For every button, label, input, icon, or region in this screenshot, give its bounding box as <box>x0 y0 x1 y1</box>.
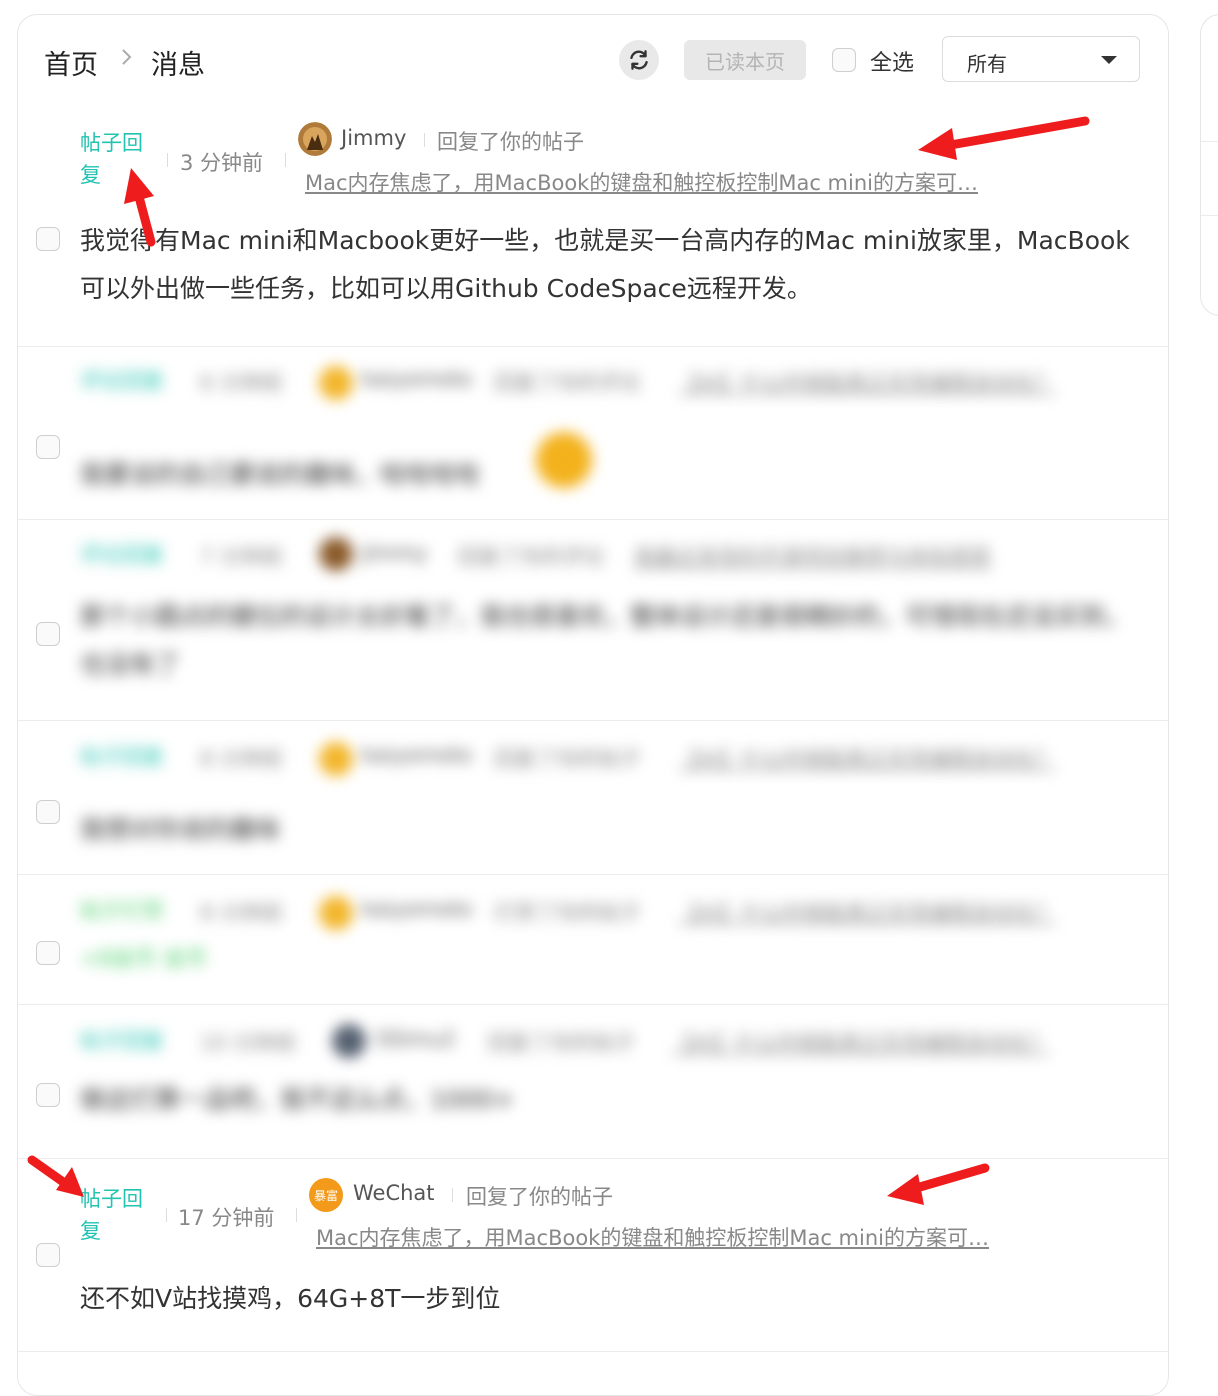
message-action: 回复了你的帖子 <box>437 130 584 154</box>
user-avatar <box>319 896 353 930</box>
divider <box>1201 215 1218 216</box>
user-name[interactable]: Jimmy <box>341 126 406 150</box>
divider <box>167 153 168 167</box>
user-name[interactable]: WeChat <box>353 1181 435 1205</box>
message-checkbox[interactable] <box>36 941 60 965</box>
message-time: 8 分钟前 <box>200 901 284 925</box>
message-action: 回复了你的评论 <box>494 371 641 395</box>
user-avatar <box>332 1024 366 1058</box>
message-checkbox[interactable] <box>36 435 60 459</box>
chevron-right-icon <box>122 49 132 65</box>
breadcrumb-home[interactable]: 首页 <box>44 43 98 82</box>
message-time: 17 分钟前 <box>178 1206 275 1230</box>
mark-page-read-button[interactable]: 已读本页 <box>684 40 806 80</box>
emoji-icon <box>536 432 592 488</box>
caret-down-icon <box>1101 56 1117 64</box>
filter-select[interactable]: 所有 <box>942 36 1140 82</box>
select-all-checkbox[interactable] <box>832 48 856 72</box>
message-content: 我要谈的自己要说的趣味，哈哈哈哈 <box>80 460 481 489</box>
user-avatar <box>319 742 353 776</box>
refresh-icon <box>630 50 648 70</box>
messages-panel: 首页 消息 已读本页 全选 所有 帖子回复 3 分钟前 Jimmy 回复了你的帖… <box>17 14 1169 1396</box>
message-type: 帖子回复 <box>80 1187 143 1243</box>
filter-selected-value: 所有 <box>967 52 1007 76</box>
post-title-link: 【AI】什么时候能真正实现编程自动化？ <box>678 371 1056 395</box>
message-item: 帖子回复 17 分钟前 暴富 WeChat 回复了你的帖子 Mac内存焦虑了，用… <box>18 1158 1168 1352</box>
message-type: 评论回复 <box>80 369 164 393</box>
message-content: 做这打算一品吧，我不这么点，1000+ <box>80 1085 515 1114</box>
message-time: 10 分钟前 <box>200 1031 297 1055</box>
message-action: 回复了你的帖子 <box>466 1185 613 1209</box>
message-content: 还不如V站找摸鸡，64G+8T一步到位 <box>80 1284 501 1313</box>
user-avatar <box>319 537 353 571</box>
user-avatar[interactable]: 暴富 <box>309 1178 343 1212</box>
divider <box>424 133 425 147</box>
post-title-link[interactable]: Mac内存焦虑了，用MacBook的键盘和触控板控制Mac mini的方案可… <box>305 167 978 197</box>
message-checkbox[interactable] <box>36 800 60 824</box>
message-checkbox[interactable] <box>36 1243 60 1267</box>
post-title-link: 【AI】什么时候能真正实现编程自动化？ <box>672 1031 1050 1055</box>
divider <box>452 1188 453 1202</box>
message-checkbox[interactable] <box>36 227 60 251</box>
select-all-label: 全选 <box>870 51 915 76</box>
message-content: 我想对你说的趣味 <box>80 815 281 844</box>
side-panel <box>1200 14 1218 316</box>
message-item: 帖子打赏 8 分钟前 kaiyomoto 打赏了你的帖子 【AI】什么时候能真正… <box>18 874 1168 1005</box>
post-title-link: 【AI】什么时候能真正实现编程自动化？ <box>678 747 1056 771</box>
message-type: 帖子打赏 <box>80 899 164 923</box>
user-name: kaiyomoto <box>362 367 473 391</box>
message-item: 评论回复 6 分钟前 kaiyomoto 回复了你的评论 【AI】什么时候能真正… <box>18 346 1168 520</box>
message-action: 回复了你的帖子 <box>494 747 641 771</box>
message-content: +8金币 金币 <box>80 947 208 972</box>
message-action: 回复了你的评论 <box>458 545 605 569</box>
message-item: 评论回复 7 分钟前 Jimmy 回复了你的评论 我最近发现的开源项目推荐与体验… <box>18 519 1168 721</box>
message-checkbox[interactable] <box>36 1083 60 1107</box>
post-title-link: 【AI】什么时候能真正实现编程自动化？ <box>678 901 1056 925</box>
user-name: Jimmy <box>362 541 428 565</box>
divider <box>1201 141 1218 142</box>
post-title-link[interactable]: Mac内存焦虑了，用MacBook的键盘和触控板控制Mac mini的方案可… <box>316 1222 989 1252</box>
message-content: 那个小圆点的键位的设计太好看了，我也很喜欢，整体设计还是很精妙的，可惜现在还没买… <box>80 602 1131 679</box>
user-name: kaiyomoto <box>362 897 473 921</box>
message-time: 3 分钟前 <box>180 151 264 175</box>
message-item: 帖子回复 10 分钟前 SSimu2 回复了你的帖子 【AI】什么时候能真正实现… <box>18 1004 1168 1159</box>
user-name: SSimu2 <box>376 1027 456 1051</box>
divider <box>166 1208 167 1222</box>
message-item: 帖子回复 3 分钟前 Jimmy 回复了你的帖子 Mac内存焦虑了，用MacBo… <box>18 110 1168 347</box>
message-time: 7 分钟前 <box>200 545 284 569</box>
post-title-link: 我最近发现的开源项目推荐与体验感受 <box>634 545 991 569</box>
user-avatar[interactable] <box>298 122 332 156</box>
message-item: 帖子回复 8 分钟前 kaiyomoto 回复了你的帖子 【AI】什么时候能真正… <box>18 720 1168 875</box>
message-time: 8 分钟前 <box>200 747 284 771</box>
message-action: 打赏了你的帖子 <box>494 901 641 925</box>
user-name: kaiyomoto <box>362 743 473 767</box>
user-avatar <box>319 366 353 400</box>
message-type: 帖子回复 <box>80 1029 164 1053</box>
divider <box>296 1208 297 1222</box>
refresh-button[interactable] <box>619 40 659 80</box>
message-time: 6 分钟前 <box>200 371 284 395</box>
message-type: 帖子回复 <box>80 131 143 187</box>
message-action: 回复了你的帖子 <box>488 1031 635 1055</box>
panel-header: 首页 消息 已读本页 全选 所有 <box>18 15 1168 105</box>
message-content: 我觉得有Mac mini和Macbook更好一些，也就是买一台高内存的Mac m… <box>80 226 1130 303</box>
message-checkbox[interactable] <box>36 622 60 646</box>
message-type: 评论回复 <box>80 543 164 567</box>
divider <box>285 153 286 167</box>
breadcrumb-current: 消息 <box>151 50 205 81</box>
message-type: 帖子回复 <box>80 745 164 769</box>
